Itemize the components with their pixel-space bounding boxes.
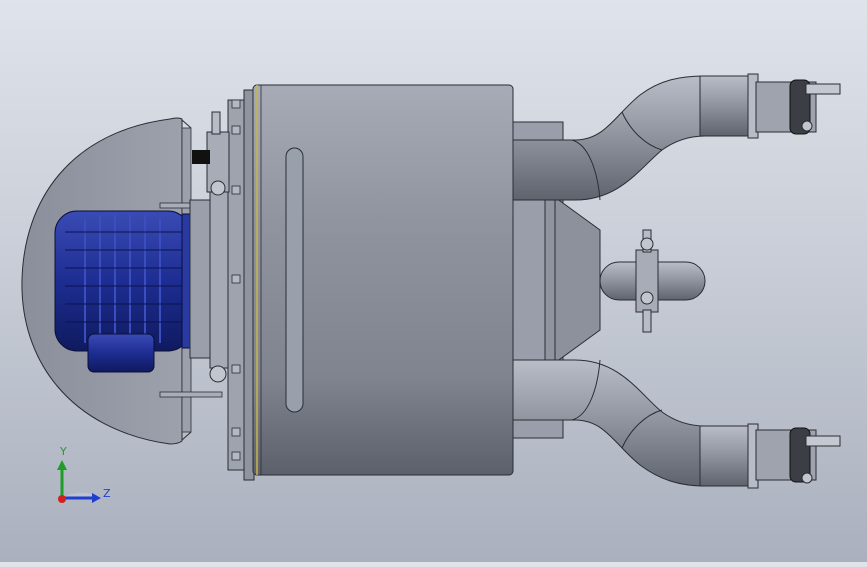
electric-motor bbox=[54, 210, 197, 373]
coordinate-triad-icon: Y Z bbox=[57, 445, 111, 503]
model-graphics: Y Z bbox=[21, 73, 841, 503]
sight-glass bbox=[285, 147, 304, 413]
lower-nut bbox=[209, 365, 227, 383]
y-axis-label: Y bbox=[59, 445, 67, 458]
center-outlet bbox=[599, 229, 706, 333]
z-axis-label: Z bbox=[103, 487, 111, 500]
cad-model-viewport[interactable]: Y Z bbox=[0, 0, 867, 562]
support-rod-bottom bbox=[159, 391, 223, 398]
main-drum bbox=[252, 84, 514, 476]
top-clamp bbox=[192, 111, 230, 196]
